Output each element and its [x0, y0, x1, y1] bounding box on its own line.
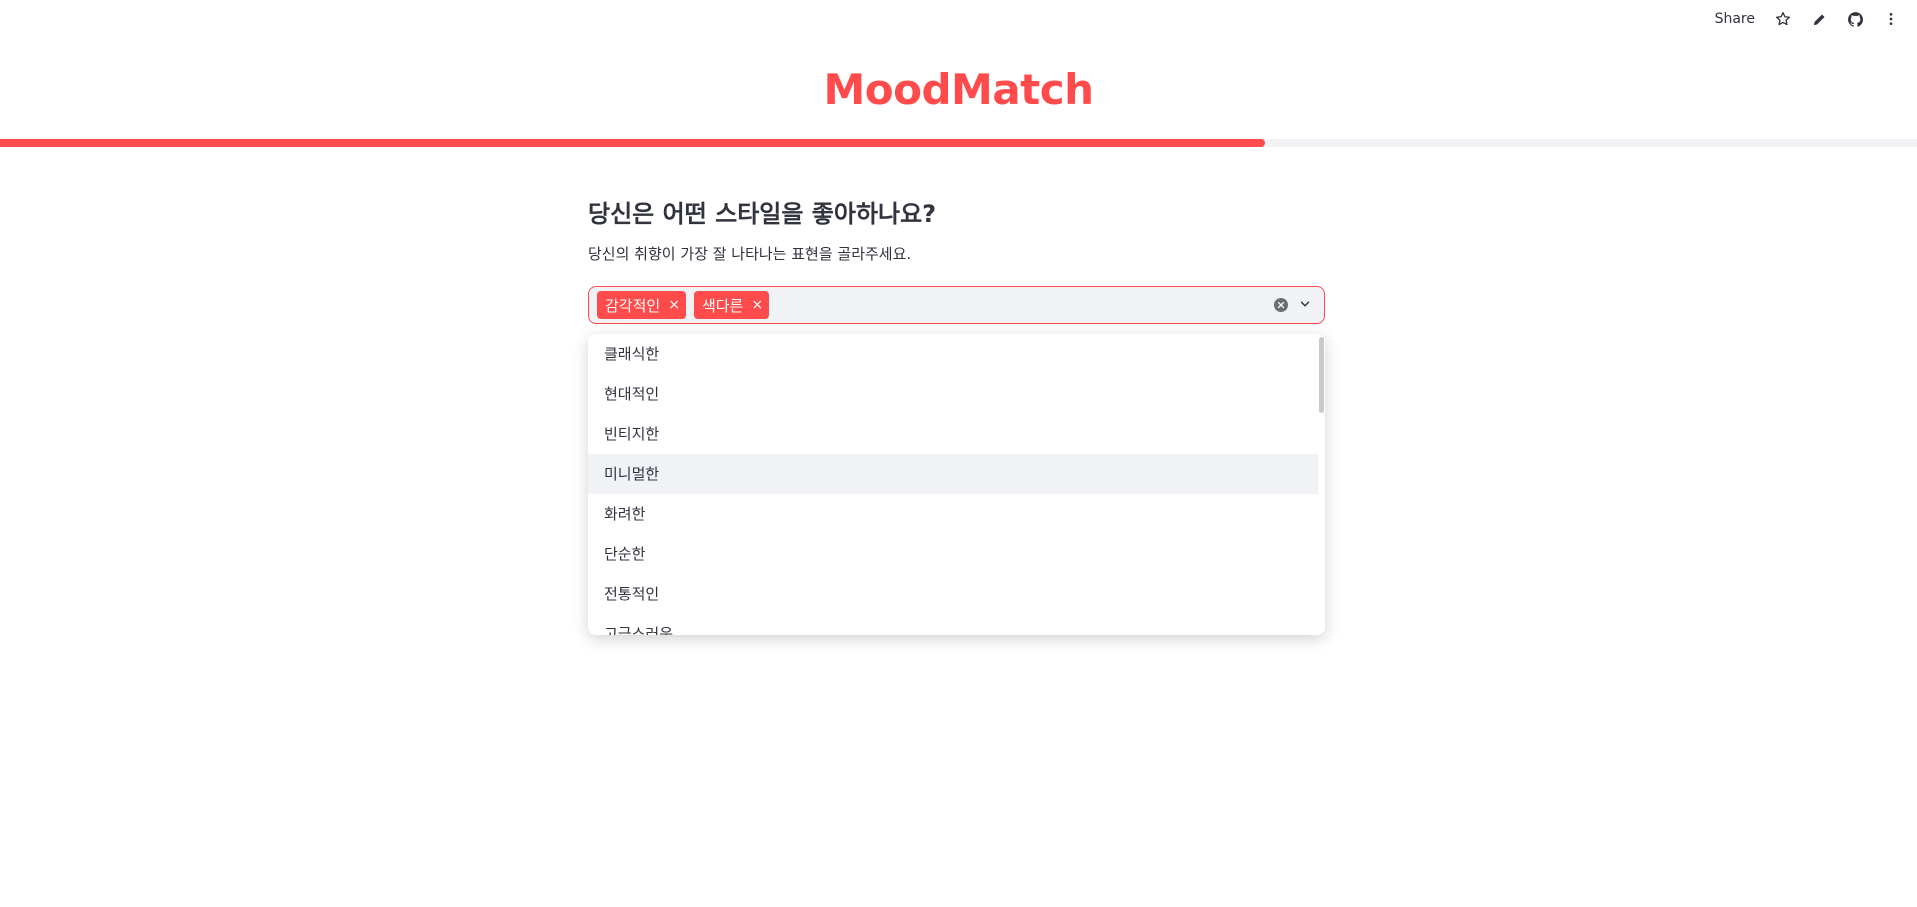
options-dropdown: 클래식한 현대적인 빈티지한 미니멀한 화려한 단순한 전통적인 고급스러운	[588, 334, 1325, 635]
selected-chip: 감각적인 ×	[597, 291, 686, 319]
more-vertical-icon[interactable]	[1873, 1, 1909, 37]
dropdown-option[interactable]: 빈티지한	[588, 414, 1318, 454]
share-button[interactable]: Share	[1705, 7, 1765, 31]
dropdown-option[interactable]: 클래식한	[588, 334, 1318, 374]
star-icon[interactable]	[1765, 1, 1801, 37]
chip-remove-icon[interactable]: ×	[668, 297, 680, 313]
dropdown-option[interactable]: 전통적인	[588, 574, 1318, 614]
dropdown-option[interactable]: 화려한	[588, 494, 1318, 534]
quiz-progress-fill	[0, 139, 1266, 147]
style-multiselect[interactable]: 감각적인 × 색다른 ×	[588, 286, 1325, 324]
selected-chip-label: 감각적인	[605, 296, 661, 315]
app-logo-title: MoodMatch	[823, 65, 1094, 114]
chip-remove-icon[interactable]: ×	[751, 297, 763, 313]
dropdown-option[interactable]: 현대적인	[588, 374, 1318, 414]
github-icon[interactable]	[1837, 1, 1873, 37]
dropdown-scrollbar[interactable]	[1319, 337, 1324, 413]
selected-chip: 색다른 ×	[693, 291, 770, 319]
dropdown-option[interactable]: 고급스러운	[588, 614, 1318, 635]
question-subtitle: 당신의 취향이 가장 잘 나타나는 표현을 골라주세요.	[588, 245, 912, 263]
selected-chip-label: 색다른	[701, 296, 744, 315]
dropdown-option[interactable]: 단순한	[588, 534, 1318, 574]
pencil-icon[interactable]	[1801, 1, 1837, 37]
question-section: 당신은 어떤 스타일을 좋아하나요? 당신의 취향이 가장 잘 나타나는 표현을…	[588, 196, 1325, 324]
quiz-progress-bar	[0, 139, 1917, 147]
question-title: 당신은 어떤 스타일을 좋아하나요?	[588, 200, 937, 228]
multiselect-controls	[1274, 296, 1316, 315]
chevron-down-icon[interactable]	[1298, 296, 1312, 315]
dropdown-option-highlighted[interactable]: 미니멀한	[588, 454, 1318, 494]
header-toolbar: Share	[1705, 0, 1917, 38]
clear-all-icon[interactable]	[1274, 298, 1288, 312]
